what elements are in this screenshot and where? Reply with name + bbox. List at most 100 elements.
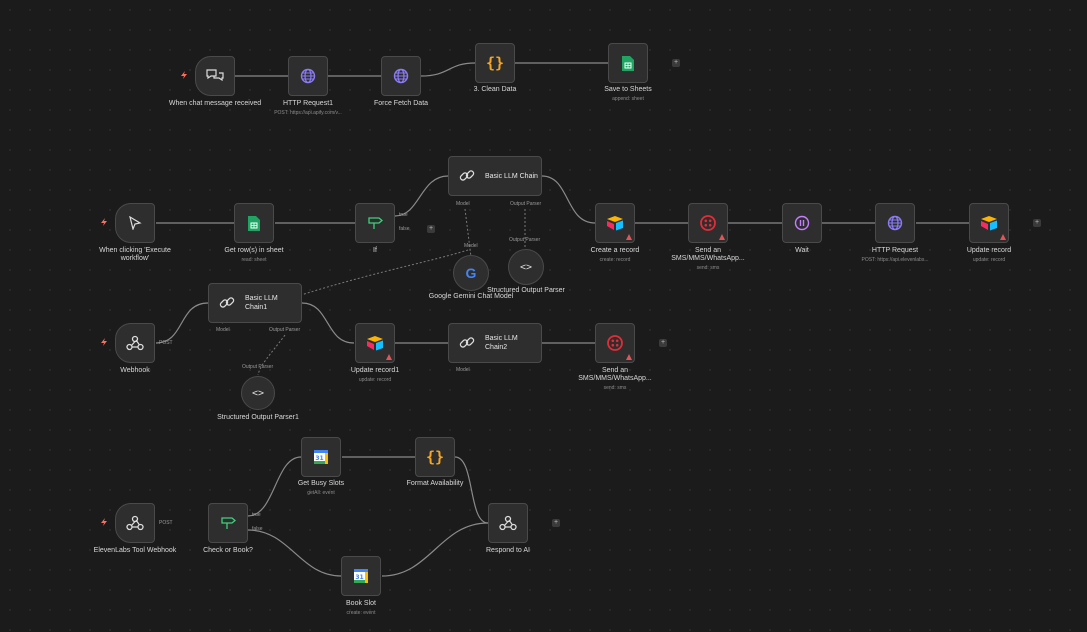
clean-data-node[interactable]: {}: [475, 43, 515, 83]
method-label: POST: [159, 520, 173, 526]
method-label: POST: [159, 340, 173, 346]
code-brackets-icon: <>: [251, 387, 265, 399]
model-port-label: Model: [456, 201, 470, 207]
link-chain-icon: [457, 166, 477, 186]
true-output-label: true: [252, 512, 261, 518]
http-request-1-node[interactable]: [288, 56, 328, 96]
chat-trigger-node[interactable]: [195, 56, 235, 96]
node-label: If: [373, 247, 377, 254]
node-label: Structured Output Parser: [487, 287, 565, 294]
link-chain-icon: [457, 333, 477, 353]
chat-icon: [205, 66, 225, 86]
cursor-pointer-icon: [125, 213, 145, 233]
signpost-icon: [365, 213, 385, 233]
trigger-bolt-icon: [101, 218, 107, 226]
pause-circle-icon: [792, 213, 812, 233]
node-title: Basic LLM Chain2: [485, 335, 518, 351]
add-node-button[interactable]: +: [672, 59, 680, 67]
warning-icon: [626, 354, 632, 360]
node-label: Send an SMS/MMS/WhatsApp...: [671, 247, 745, 262]
code-braces-icon: {}: [425, 448, 445, 466]
node-label: Get row(s) in sheet: [224, 247, 284, 254]
book-slot-node[interactable]: 31: [341, 556, 381, 596]
trigger-bolt-icon: [101, 338, 107, 346]
warning-icon: [1000, 234, 1006, 240]
webhook-icon: [125, 333, 145, 353]
force-fetch-node[interactable]: [381, 56, 421, 96]
node-subtitle: getAll: event: [307, 490, 335, 496]
check-or-book-node[interactable]: [208, 503, 248, 543]
node-label: Format Availability: [406, 480, 464, 487]
code-brackets-icon: <>: [519, 261, 533, 273]
node-label: When clicking 'Execute workflow': [99, 247, 171, 262]
gemini-model-node[interactable]: G: [453, 255, 489, 291]
twilio-icon: [698, 213, 718, 233]
false-output-label: false: [252, 526, 263, 532]
respond-to-ai-node[interactable]: [488, 503, 528, 543]
add-node-button[interactable]: +: [427, 225, 435, 233]
airtable-icon: [365, 333, 385, 353]
parser-port-label: Output Parser: [509, 237, 541, 243]
add-node-button[interactable]: +: [1033, 219, 1041, 227]
airtable-icon: [979, 213, 999, 233]
webhook-node[interactable]: [115, 323, 155, 363]
basic-llm-chain-1-node[interactable]: Basic LLM Chain1: [208, 283, 302, 323]
node-label: Force Fetch Data: [373, 100, 429, 107]
google-g-icon: G: [465, 265, 477, 281]
webhook-icon: [498, 513, 518, 533]
node-label: Get Busy Slots: [297, 480, 345, 487]
node-label: Webhook: [120, 367, 150, 374]
globe-icon: [391, 66, 411, 86]
model-port-label: Model: [216, 327, 230, 333]
parser-port-label: Output Parser: [510, 201, 542, 207]
node-label: Respond to AI: [486, 547, 530, 554]
basic-llm-chain-2-node[interactable]: Basic LLM Chain2: [448, 323, 542, 363]
warning-icon: [386, 354, 392, 360]
get-busy-slots-node[interactable]: 31: [301, 437, 341, 477]
structured-parser-1-node[interactable]: <>: [241, 376, 275, 410]
google-sheets-icon: [244, 213, 264, 233]
connection-edges: [155, 62, 969, 577]
airtable-icon: [605, 213, 625, 233]
node-label: Book Slot: [346, 600, 376, 607]
node-label: Send an SMS/MMS/WhatsApp...: [578, 367, 652, 382]
elevenlabs-webhook-node[interactable]: [115, 503, 155, 543]
node-label: Wait: [795, 247, 809, 254]
parser-port-label: Output Parser: [269, 327, 301, 333]
add-node-button[interactable]: +: [552, 519, 560, 527]
wait-node[interactable]: [782, 203, 822, 243]
node-label: ElevenLabs Tool Webhook: [93, 547, 177, 554]
node-subtitle: send: sms: [603, 385, 627, 391]
link-chain-icon: [217, 293, 237, 313]
http-request-node[interactable]: [875, 203, 915, 243]
twilio-icon: [605, 333, 625, 353]
false-output-label: false: [399, 226, 410, 232]
svg-text:31: 31: [315, 455, 323, 462]
globe-icon: [885, 213, 905, 233]
trigger-bolt-icon: [181, 71, 187, 79]
node-label: Update record: [966, 247, 1012, 254]
trigger-bolt-icon: [101, 518, 107, 526]
node-subtitle: read: sheet: [241, 257, 267, 263]
add-node-button[interactable]: +: [659, 339, 667, 347]
node-subtitle: append: sheet: [612, 96, 644, 102]
google-calendar-icon: 31: [351, 566, 371, 586]
node-subtitle: update: record: [972, 257, 1006, 263]
node-label: Save to Sheets: [604, 86, 652, 93]
code-braces-icon: {}: [485, 54, 505, 72]
globe-icon: [298, 66, 318, 86]
node-subtitle: update: record: [358, 377, 392, 383]
structured-parser-node[interactable]: <>: [508, 249, 544, 285]
save-sheets-node[interactable]: [608, 43, 648, 83]
manual-trigger-node[interactable]: [115, 203, 155, 243]
svg-text:31: 31: [355, 574, 363, 581]
basic-llm-chain-node[interactable]: Basic LLM Chain: [448, 156, 542, 196]
get-rows-node[interactable]: [234, 203, 274, 243]
google-calendar-icon: 31: [311, 447, 331, 467]
format-availability-node[interactable]: {}: [415, 437, 455, 477]
if-node[interactable]: [355, 203, 395, 243]
true-output-label: true: [399, 212, 408, 218]
node-subtitle: POST: https://api.apify.com/v...: [274, 110, 342, 116]
node-label: When chat message received: [168, 100, 262, 107]
google-sheets-icon: [618, 53, 638, 73]
